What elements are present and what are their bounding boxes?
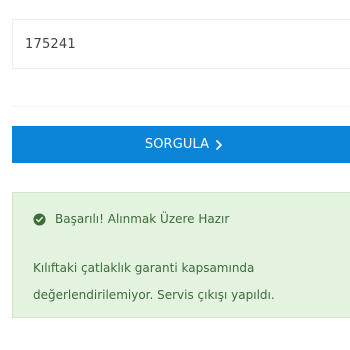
submit-button-label: SORGULA — [144, 137, 210, 152]
query-page: 175241 SORGULA Başarılı! Alınmak Üzere H… — [0, 0, 350, 350]
alert-title-text: Başarılı! Alınmak Üzere Hazır — [55, 212, 230, 226]
chevron-right-icon — [216, 139, 223, 150]
secondary-input[interactable] — [12, 82, 350, 107]
result-alert: Başarılı! Alınmak Üzere Hazır Kılıftaki … — [12, 192, 350, 318]
query-input[interactable]: 175241 — [12, 19, 350, 69]
submit-button[interactable]: SORGULA — [12, 126, 350, 163]
check-circle-icon — [33, 212, 46, 226]
alert-title: Başarılı! Alınmak Üzere Hazır — [33, 212, 229, 226]
alert-message: Kılıftaki çatlaklık garanti kapsamında d… — [33, 261, 275, 302]
query-input-value: 175241 — [25, 36, 76, 52]
